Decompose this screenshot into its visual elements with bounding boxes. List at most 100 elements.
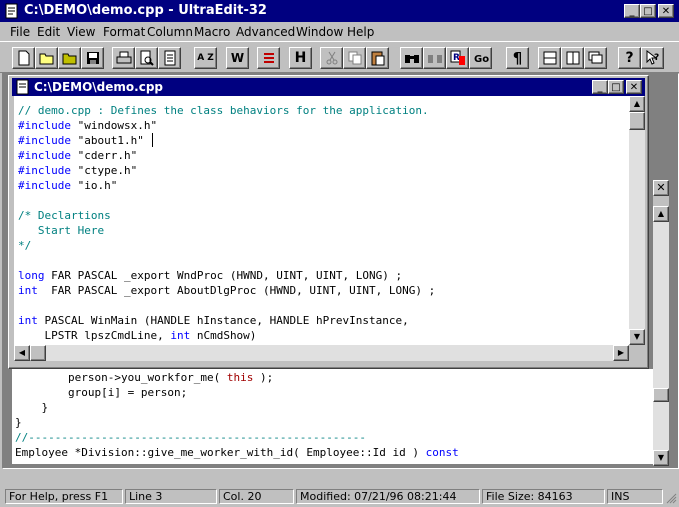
print-preview-button[interactable]: [135, 47, 158, 69]
status-column: Col. 20: [219, 489, 294, 504]
open-file-button[interactable]: [35, 47, 58, 69]
menu-advanced[interactable]: Advanced: [236, 25, 295, 39]
scroll-thumb[interactable]: [629, 112, 645, 130]
code-token: int: [18, 284, 38, 297]
folder-icon: [62, 53, 76, 65]
size-grip-icon[interactable]: [665, 490, 677, 504]
context-help-button[interactable]: ?: [641, 47, 664, 69]
help-question-icon: ?: [625, 50, 634, 66]
page-setup-button[interactable]: [158, 47, 181, 69]
scroll-down-icon[interactable]: ▼: [653, 450, 669, 466]
find-next-button[interactable]: [423, 47, 446, 69]
help-button[interactable]: ?: [618, 47, 641, 69]
tile-vertical-button[interactable]: [561, 47, 584, 69]
code-token: //--------------------------------------…: [15, 431, 366, 444]
goto-button[interactable]: Go: [469, 47, 492, 69]
code-token: group[i] = person;: [15, 386, 188, 399]
app-title-bar[interactable]: C:\DEMO\demo.cpp - UltraEdit-32 _ □ ✕: [0, 0, 679, 22]
tile-vertical-icon: [566, 51, 579, 65]
document-title-bar[interactable]: C:\DEMO\demo.cpp _ □ ✕: [12, 78, 645, 96]
top-pane-vertical-scrollbar[interactable]: ▲ ▼: [629, 96, 645, 345]
scroll-thumb[interactable]: [653, 388, 669, 402]
hex-mode-button[interactable]: H: [289, 47, 312, 69]
code-token: LPSTR lpszCmdLine,: [18, 329, 171, 342]
format-lines-button[interactable]: [257, 47, 280, 69]
scroll-down-icon[interactable]: ▼: [629, 329, 645, 345]
doc-close-button[interactable]: ✕: [626, 80, 642, 94]
code-token: "io.h": [70, 179, 118, 192]
top-pane-horizontal-scrollbar[interactable]: ◀ ▶: [14, 345, 629, 361]
word-wrap-icon: W: [230, 51, 245, 65]
menu-column[interactable]: Column: [147, 25, 193, 39]
status-bar: For Help, press F1 Line 3 Col. 20 Modifi…: [0, 486, 679, 506]
menu-format[interactable]: Format: [103, 25, 145, 39]
binoculars-icon: [404, 55, 419, 63]
code-line: // demo.cpp : Defines the class behavior…: [18, 103, 429, 118]
scroll-right-icon[interactable]: ▶: [613, 345, 629, 361]
page-icon: [164, 50, 175, 66]
scroll-up-icon[interactable]: ▲: [653, 206, 669, 222]
code-line: int FAR PASCAL _export AboutDlgProc (HWN…: [18, 283, 435, 298]
cut-button[interactable]: [320, 47, 343, 69]
scroll-track[interactable]: [653, 222, 669, 388]
replace-button[interactable]: R: [446, 47, 469, 69]
code-token: PASCAL WinMain (HANDLE hInstance, HANDLE…: [37, 314, 409, 327]
cascade-icon: [588, 51, 602, 64]
menu-file[interactable]: File: [10, 25, 30, 39]
copy-icon: [348, 51, 361, 65]
sort-button[interactable]: A Z: [194, 47, 217, 69]
print-button[interactable]: [112, 47, 135, 69]
code-line: #include "ctype.h": [18, 163, 137, 178]
pane-close-icon[interactable]: ✕: [653, 180, 669, 196]
code-line: #include "io.h": [18, 178, 117, 193]
scrollbar-corner: [629, 345, 645, 361]
maximize-button[interactable]: □: [640, 4, 656, 18]
code-token: }: [15, 416, 22, 429]
show-formatting-button[interactable]: ¶: [506, 47, 529, 69]
code-line: */: [18, 238, 31, 253]
menu-help[interactable]: Help: [347, 25, 374, 39]
bottom-pane-scrollbar[interactable]: ✕ ▲ ▼: [653, 180, 669, 466]
code-token: "ctype.h": [70, 164, 138, 177]
paste-button[interactable]: [366, 47, 389, 69]
editor-bottom-pane[interactable]: person->you_workfor_me( this ); group[i]…: [12, 369, 653, 464]
cascade-button[interactable]: [584, 47, 607, 69]
code-line: LPSTR lpszCmdLine, int nCmdShow): [18, 328, 256, 343]
replace-icon: R: [450, 50, 465, 65]
menu-view[interactable]: View: [67, 25, 95, 39]
scroll-up-icon[interactable]: ▲: [629, 96, 645, 112]
scroll-thumb[interactable]: [30, 345, 46, 361]
code-token: int: [18, 314, 38, 327]
copy-button[interactable]: [343, 47, 366, 69]
code-token: #include: [18, 134, 71, 147]
code-token: "windowsx.h": [70, 119, 158, 132]
code-line: Start Here: [18, 223, 104, 238]
doc-maximize-button[interactable]: □: [608, 80, 624, 94]
doc-minimize-button[interactable]: _: [592, 80, 608, 94]
scroll-track-lower[interactable]: [653, 402, 669, 450]
editor-top-pane[interactable]: // demo.cpp : Defines the class behavior…: [14, 96, 629, 345]
tile-horizontal-button[interactable]: [538, 47, 561, 69]
status-insert-mode: INS: [607, 489, 663, 504]
open-recent-button[interactable]: [58, 47, 81, 69]
find-button[interactable]: [400, 47, 423, 69]
menu-edit[interactable]: Edit: [37, 25, 60, 39]
code-token: long: [18, 269, 45, 282]
document-icon[interactable]: [15, 79, 31, 95]
close-button[interactable]: ✕: [658, 4, 674, 18]
menu-window[interactable]: Window: [296, 25, 343, 39]
minimize-button[interactable]: _: [624, 4, 640, 18]
ultraedit-app-icon[interactable]: [4, 3, 20, 19]
code-token: nCmdShow): [190, 329, 257, 342]
goto-icon: Go: [474, 54, 489, 65]
menu-macro[interactable]: Macro: [194, 25, 230, 39]
save-button[interactable]: [81, 47, 104, 69]
document-title: C:\DEMO\demo.cpp: [34, 80, 163, 94]
lines-icon: [263, 53, 274, 63]
printer-icon: [116, 51, 131, 64]
code-token: this: [226, 371, 254, 384]
word-wrap-button[interactable]: W: [226, 47, 249, 69]
code-line: /* Declartions: [18, 208, 111, 223]
scroll-left-icon[interactable]: ◀: [14, 345, 30, 361]
new-file-button[interactable]: [12, 47, 35, 69]
